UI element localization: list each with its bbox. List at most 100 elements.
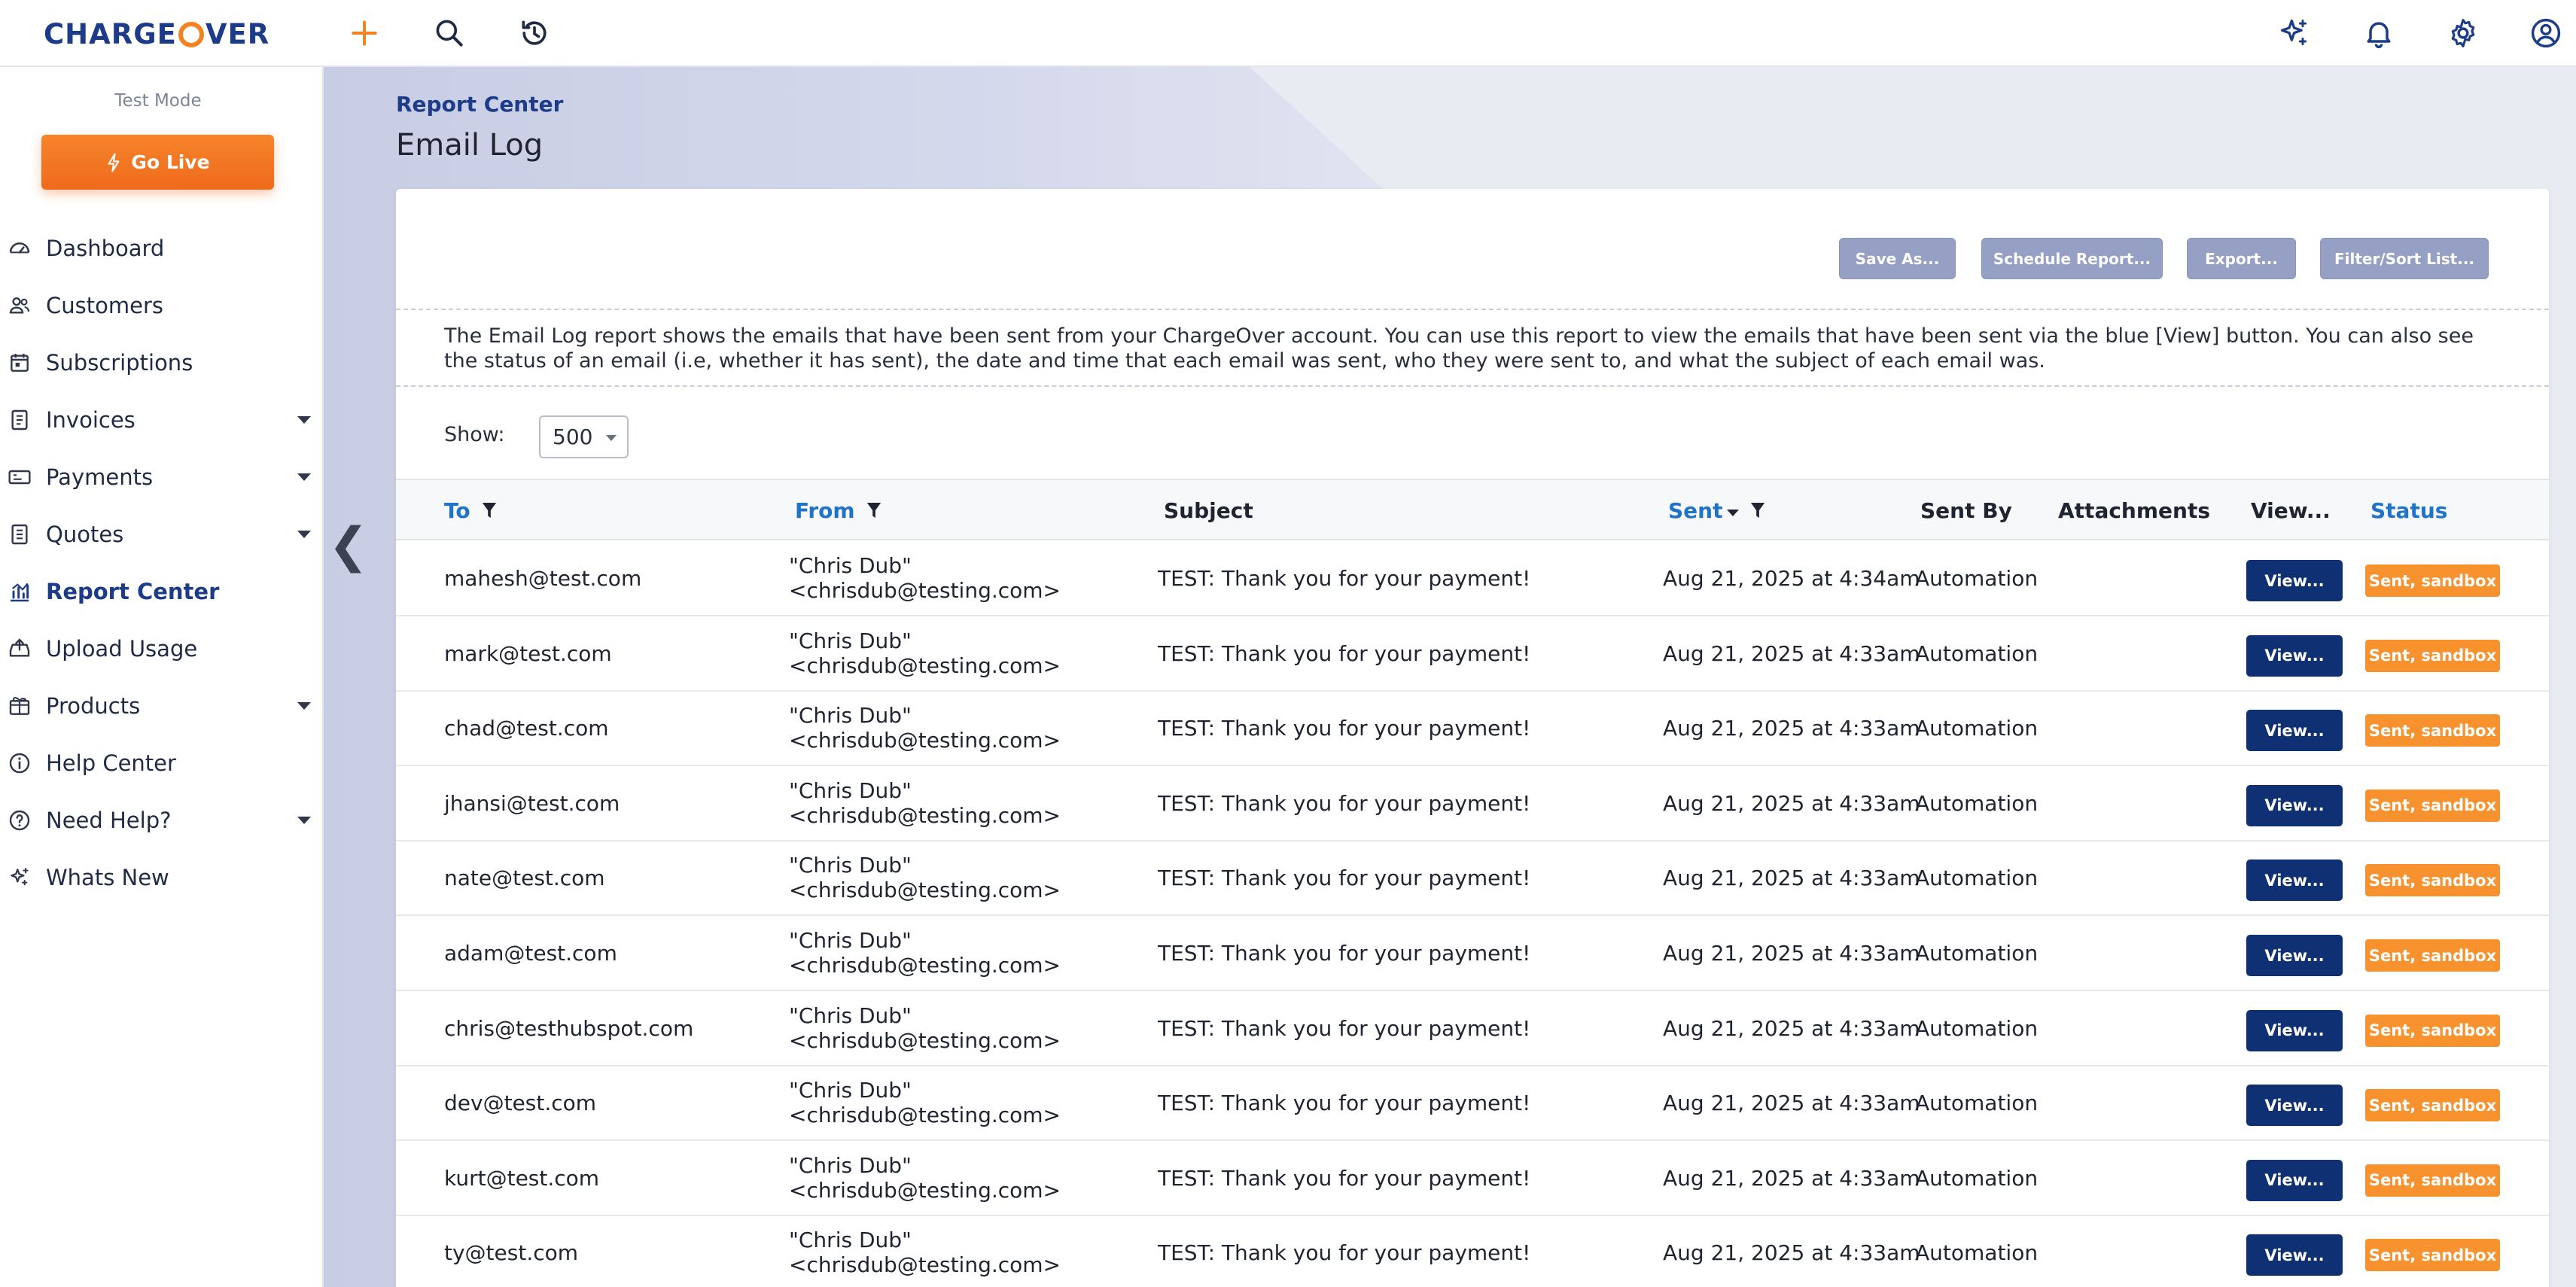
cell-sent: Aug 21, 2025 at 4:33am [1663,640,1920,666]
column-sent[interactable]: Sent [1668,498,1766,523]
column-status[interactable]: Status [2370,498,2447,523]
view-button[interactable]: View... [2246,1234,2343,1276]
ai-sparkle-icon[interactable] [2275,14,2314,53]
column-attachments: Attachments [2058,498,2210,523]
column-label: Sent By [1920,498,2012,523]
collapse-sidebar-chevron-icon[interactable]: ❮ [328,519,369,572]
sidebar-item-label: Subscriptions [46,350,193,376]
search-icon[interactable] [430,14,469,53]
filter-icon[interactable] [481,501,498,521]
chevron-down-icon[interactable] [297,817,311,824]
sidebar-item-report-center[interactable]: Report Center [0,569,324,614]
page-size-select[interactable]: 500 [539,415,629,458]
chevron-down-icon[interactable] [297,531,311,538]
plus-icon[interactable] [345,14,384,53]
cell-sent: Aug 21, 2025 at 4:33am [1663,866,1920,891]
status-badge: Sent, sandbox [2365,1089,2500,1122]
go-live-button[interactable]: Go Live [41,135,274,190]
cell-from: "Chris Dub" <chrisdub@testing.com> [789,703,1061,753]
cell-from: "Chris Dub" <chrisdub@testing.com> [789,1003,1061,1053]
sort-desc-icon [1727,510,1740,516]
cell-from: "Chris Dub" <chrisdub@testing.com> [789,1228,1061,1277]
history-icon[interactable] [515,14,554,53]
column-to[interactable]: To [444,498,498,523]
sidebar-item-subscriptions[interactable]: Subscriptions [0,340,324,385]
sidebar-item-customers[interactable]: Customers [0,283,324,328]
cell-to: mark@test.com [444,640,612,666]
filter-sort-button[interactable]: Filter/Sort List... [2320,238,2489,279]
save-as-button[interactable]: Save As... [1839,238,1956,279]
chevron-down-icon[interactable] [297,416,311,424]
report-description: The Email Log report shows the emails th… [396,309,2549,387]
filter-icon[interactable] [1749,501,1766,521]
sidebar-item-quotes[interactable]: Quotes [0,512,324,557]
sidebar-item-label: Dashboard [46,236,165,261]
view-button[interactable]: View... [2246,560,2343,601]
sidebar-item-whats-new[interactable]: Whats New [0,855,324,900]
cell-subject: TEST: Thank you for your payment! [1158,1165,1531,1191]
bell-icon[interactable] [2359,14,2398,53]
sidebar-item-invoices[interactable]: Invoices [0,397,324,443]
view-button[interactable]: View... [2246,935,2343,976]
view-button[interactable]: View... [2246,1085,2343,1127]
view-button[interactable]: View... [2246,1159,2343,1201]
user-account-icon[interactable] [2526,14,2565,53]
view-button[interactable]: View... [2246,710,2343,752]
table-row: chad@test.com "Chris Dub" <chrisdub@test… [396,692,2549,767]
status-badge: Sent, sandbox [2365,939,2500,972]
from-name: "Chris Dub" [789,703,912,729]
view-button[interactable]: View... [2246,860,2343,902]
box-icon [6,692,33,720]
from-email: <chrisdub@testing.com> [789,578,1061,603]
cell-from: "Chris Dub" <chrisdub@testing.com> [789,928,1061,978]
breadcrumb[interactable]: Report Center [396,92,563,117]
sidebar-item-payments[interactable]: Payments [0,455,324,500]
chargeover-logo[interactable]: CHARGE VER [44,17,269,51]
from-name: "Chris Dub" [789,853,912,878]
gear-icon[interactable] [2444,14,2483,53]
cell-sent: Aug 21, 2025 at 4:33am [1663,716,1920,741]
view-button[interactable]: View... [2246,1009,2343,1051]
from-name: "Chris Dub" [789,628,912,653]
sidebar-item-need-help[interactable]: Need Help? [0,798,324,843]
sidebar-item-upload-usage[interactable]: Upload Usage [0,626,324,671]
go-live-label: Go Live [131,151,210,173]
top-bar: CHARGE VER [0,0,2576,67]
test-mode-label: Test Mode [114,91,202,111]
from-name: "Chris Dub" [789,1003,912,1028]
cell-subject: TEST: Thank you for your payment! [1158,640,1531,666]
cell-sent: Aug 21, 2025 at 4:33am [1663,1015,1920,1041]
table-row: chris@testhubspot.com "Chris Dub" <chris… [396,991,2549,1066]
export-button[interactable]: Export... [2187,238,2296,279]
column-label: Status [2370,498,2448,523]
sidebar: Test Mode Go Live Dashboard Customers Su… [0,67,324,1287]
column-from[interactable]: From [795,498,882,523]
cell-sent: Aug 21, 2025 at 4:33am [1663,1165,1920,1191]
sidebar-item-dashboard[interactable]: Dashboard [0,226,324,271]
cell-sent-by: Automation [1915,1015,2039,1041]
status-badge: Sent, sandbox [2365,1239,2500,1272]
filter-icon[interactable] [866,501,882,521]
schedule-report-button[interactable]: Schedule Report... [1981,238,2163,279]
cell-sent-by: Automation [1915,1091,2039,1116]
sidebar-item-label: Quotes [46,522,124,547]
sidebar-item-products[interactable]: Products [0,683,324,729]
chevron-down-icon [606,435,617,441]
sparkles-icon [6,864,33,891]
sidebar-item-help-center[interactable]: Help Center [0,741,324,786]
cell-from: "Chris Dub" <chrisdub@testing.com> [789,1078,1061,1127]
sidebar-item-label: Whats New [46,865,169,890]
chevron-down-icon[interactable] [297,702,311,710]
cell-to: mahesh@test.com [444,566,642,591]
question-icon [6,807,33,834]
cell-sent-by: Automation [1915,1165,2039,1191]
cell-sent: Aug 21, 2025 at 4:33am [1663,1240,1920,1266]
from-email: <chrisdub@testing.com> [789,1027,1061,1053]
view-button[interactable]: View... [2246,634,2343,677]
chevron-down-icon[interactable] [297,473,311,481]
view-button[interactable]: View... [2246,784,2343,826]
status-badge: Sent, sandbox [2365,1014,2500,1047]
from-email: <chrisdub@testing.com> [789,878,1061,903]
cell-sent-by: Automation [1915,640,2039,666]
cell-sent-by: Automation [1915,790,2039,816]
